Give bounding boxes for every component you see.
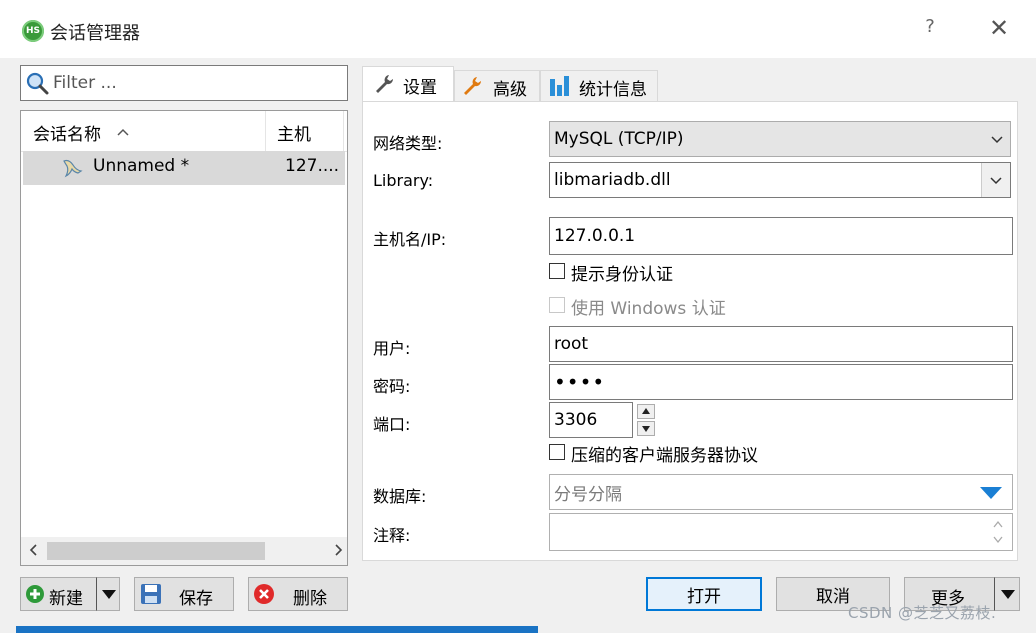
mysql-dolphin-icon <box>63 159 83 178</box>
dropdown-arrow-icon[interactable] <box>980 487 1002 499</box>
compress-checkbox[interactable] <box>549 444 565 460</box>
filter-box[interactable] <box>20 65 348 101</box>
chevron-down-icon <box>991 136 1003 144</box>
column-divider[interactable] <box>265 111 266 151</box>
session-tree[interactable]: 会话名称 主机 Unnamed * 127.... <box>20 110 348 566</box>
prompt-auth-label: 提示身份认证 <box>571 265 673 285</box>
tree-header: 会话名称 主机 <box>21 111 347 152</box>
delete-button-label: 删除 <box>293 589 327 609</box>
delete-icon <box>254 584 274 604</box>
tab-settings[interactable]: 设置 <box>362 66 454 102</box>
password-label: 密码: <box>373 377 411 396</box>
cancel-button-label: 取消 <box>816 586 850 607</box>
search-icon <box>26 72 49 95</box>
watermark: CSDN @芝芝又荔枝. <box>848 604 997 622</box>
comment-textarea[interactable] <box>549 513 1013 551</box>
library-value: libmariadb.dll <box>554 170 671 190</box>
windows-auth-label: 使用 Windows 认证 <box>571 299 726 319</box>
session-row[interactable]: Unnamed * 127.... <box>23 151 345 185</box>
scroll-arrows-icon[interactable] <box>992 518 1004 546</box>
database-label: 数据库: <box>373 487 427 506</box>
network-type-label: 网络类型: <box>373 134 443 153</box>
scrollbar-thumb[interactable] <box>47 542 265 560</box>
port-label: 端口: <box>373 415 411 434</box>
save-button[interactable]: 保存 <box>134 577 234 611</box>
host-input[interactable]: 127.0.0.1 <box>549 217 1013 255</box>
library-label: Library: <box>373 171 434 190</box>
window-title: 会话管理器 <box>50 23 140 44</box>
bar-chart-icon <box>550 76 569 96</box>
more-dropdown-button[interactable] <box>994 577 1020 611</box>
column-divider[interactable] <box>343 111 344 151</box>
close-button[interactable]: ✕ <box>984 14 1014 44</box>
library-select[interactable]: libmariadb.dll <box>549 162 1011 198</box>
scroll-right-icon[interactable] <box>331 541 345 559</box>
sort-ascending-icon <box>117 128 129 136</box>
user-value: root <box>554 334 589 354</box>
new-dropdown-button[interactable] <box>96 577 120 611</box>
delete-button[interactable]: 删除 <box>248 577 348 611</box>
windows-auth-checkbox[interactable] <box>549 297 565 313</box>
tab-advanced-label: 高级 <box>493 80 527 100</box>
app-icon: HS <box>22 20 44 42</box>
wrench-orange-icon <box>464 77 482 95</box>
prompt-auth-checkbox[interactable] <box>549 263 565 279</box>
taskbar-strip <box>16 626 538 633</box>
session-host: 127.... <box>285 156 340 176</box>
chevron-down-icon <box>990 177 1002 185</box>
port-increment-button[interactable] <box>637 404 655 419</box>
port-value: 3306 <box>554 410 598 430</box>
user-label: 用户: <box>373 339 411 358</box>
network-type-value: MySQL (TCP/IP) <box>554 129 684 149</box>
new-button-label: 新建 <box>49 589 83 609</box>
horizontal-scrollbar[interactable] <box>21 537 347 565</box>
floppy-save-icon <box>141 584 161 604</box>
password-value: •••• <box>554 370 606 394</box>
comment-label: 注释: <box>373 526 411 545</box>
column-header-host[interactable]: 主机 <box>277 120 311 145</box>
dropdown-arrow-icon <box>102 590 116 599</box>
tab-settings-label: 设置 <box>403 78 437 98</box>
port-decrement-button[interactable] <box>637 421 655 436</box>
open-button[interactable]: 打开 <box>646 577 762 611</box>
tab-statistics[interactable]: 统计信息 <box>540 70 658 102</box>
open-button-label: 打开 <box>687 586 721 607</box>
password-input[interactable]: •••• <box>549 364 1013 400</box>
plus-icon <box>26 585 44 603</box>
scroll-left-icon[interactable] <box>27 541 41 559</box>
down-arrow-icon <box>642 426 650 432</box>
dropdown-arrow-icon <box>1001 590 1015 599</box>
up-arrow-icon <box>642 408 650 414</box>
help-button[interactable]: ? <box>918 16 942 44</box>
network-type-select[interactable]: MySQL (TCP/IP) <box>549 121 1011 157</box>
port-input[interactable]: 3306 <box>549 402 633 438</box>
database-placeholder: 分号分隔 <box>554 484 622 505</box>
user-input[interactable]: root <box>549 326 1013 362</box>
title-bar: HS 会话管理器 ? ✕ <box>0 0 1036 58</box>
tab-statistics-label: 统计信息 <box>579 80 647 100</box>
host-label: 主机名/IP: <box>373 230 447 249</box>
settings-panel: 网络类型: MySQL (TCP/IP) Library: libmariadb… <box>362 101 1018 561</box>
wrench-icon <box>376 75 394 93</box>
host-value: 127.0.0.1 <box>554 226 636 246</box>
compress-label: 压缩的客户端服务器协议 <box>571 446 758 466</box>
filter-input[interactable] <box>53 72 343 94</box>
session-name: Unnamed * <box>93 156 190 176</box>
library-dropdown-button[interactable] <box>981 163 1010 197</box>
column-header-session-name[interactable]: 会话名称 <box>33 120 101 145</box>
tab-advanced[interactable]: 高级 <box>454 70 540 102</box>
database-input[interactable]: 分号分隔 <box>549 474 1013 510</box>
save-button-label: 保存 <box>179 589 213 609</box>
